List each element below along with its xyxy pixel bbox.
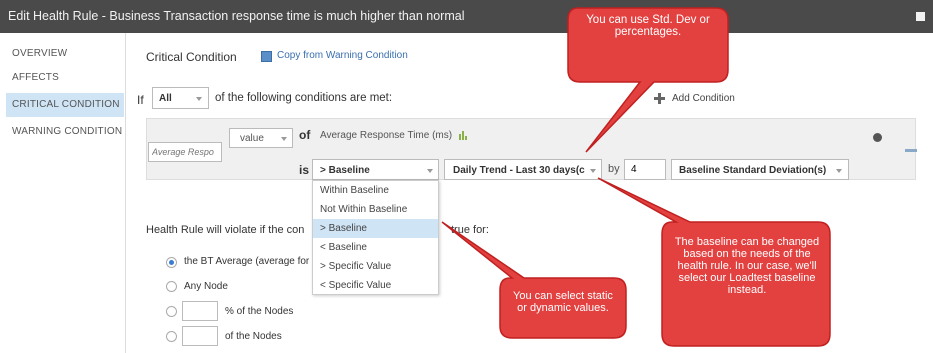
if-label: If — [137, 93, 144, 107]
is-label: is — [299, 163, 310, 177]
copy-icon[interactable] — [261, 51, 272, 62]
of-label: of — [299, 128, 311, 142]
metric-name[interactable]: Average Response Time (ms) — [320, 130, 452, 141]
conditions-suffix: of the following conditions are met: — [215, 92, 393, 104]
add-condition-button[interactable]: Add Condition — [672, 93, 735, 104]
window-title-bar: Edit Health Rule - Business Transaction … — [0, 0, 933, 33]
callout-static-text: You can select static or dynamic values. — [513, 290, 613, 314]
operator-dropdown-menu: Within Baseline Not Within Baseline > Ba… — [312, 180, 439, 295]
option-any-node-label: Any Node — [184, 281, 228, 292]
chevron-down-icon — [427, 169, 433, 173]
unit-select[interactable]: Baseline Standard Deviation(s) — [671, 159, 849, 180]
window-title: Edit Health Rule - Business Transaction … — [8, 9, 465, 23]
menu-item-greater-specific[interactable]: > Specific Value — [313, 257, 438, 276]
copy-from-warning-link[interactable]: Copy from Warning Condition — [277, 50, 408, 61]
chevron-down-icon — [590, 169, 596, 173]
add-icon[interactable] — [654, 93, 665, 104]
menu-item-less-baseline[interactable]: < Baseline — [313, 238, 438, 257]
callout-static-shape — [441, 221, 627, 339]
callout-baseline-text: The baseline can be changed based on the… — [674, 236, 820, 296]
violate-text-right: true for: — [451, 224, 489, 236]
baseline-select[interactable]: Daily Trend - Last 30 days(c — [444, 159, 602, 180]
option-count-nodes-label: of the Nodes — [225, 331, 282, 342]
by-value-input[interactable] — [624, 159, 666, 180]
condition-name-input[interactable] — [148, 142, 222, 162]
section-title: Critical Condition — [146, 50, 237, 64]
baseline-select-value: Daily Trend - Last 30 days(c — [453, 165, 585, 176]
sidebar-item-critical-condition[interactable]: CRITICAL CONDITION — [6, 93, 124, 117]
operator-select-value: > Baseline — [320, 165, 370, 176]
by-label: by — [608, 163, 620, 175]
chevron-down-icon — [281, 137, 287, 141]
count-nodes-input[interactable] — [182, 326, 218, 346]
radio-count-nodes[interactable] — [166, 331, 177, 342]
sidebar-item-warning-condition[interactable]: WARNING CONDITION — [6, 120, 124, 144]
sidebar-item-affects[interactable]: AFFECTS — [6, 66, 124, 90]
menu-item-not-within-baseline[interactable]: Not Within Baseline — [313, 200, 438, 219]
option-percent-nodes-label: % of the Nodes — [225, 306, 294, 317]
gear-icon[interactable] — [873, 133, 882, 142]
sidebar: OVERVIEW AFFECTS CRITICAL CONDITION WARN… — [0, 33, 126, 353]
match-select-value: All — [159, 93, 172, 104]
value-select-label: value — [240, 133, 264, 144]
chart-icon[interactable] — [458, 130, 468, 140]
close-icon[interactable] — [916, 12, 925, 21]
remove-condition-icon[interactable] — [905, 149, 917, 152]
value-select[interactable]: value — [229, 128, 293, 148]
chevron-down-icon — [196, 97, 202, 101]
sidebar-item-overview[interactable]: OVERVIEW — [6, 42, 124, 66]
callout-stddev-text: You can use Std. Dev or percentages. — [586, 14, 710, 38]
menu-item-within-baseline[interactable]: Within Baseline — [313, 181, 438, 200]
menu-item-greater-baseline[interactable]: > Baseline — [313, 219, 438, 238]
match-select[interactable]: All — [152, 87, 209, 109]
menu-item-less-specific[interactable]: < Specific Value — [313, 276, 438, 295]
unit-select-value: Baseline Standard Deviation(s) — [679, 165, 827, 176]
violate-text-left: Health Rule will violate if the con — [146, 224, 305, 236]
radio-percent-nodes[interactable] — [166, 306, 177, 317]
radio-any-node[interactable] — [166, 281, 177, 292]
percent-nodes-input[interactable] — [182, 301, 218, 321]
operator-select[interactable]: > Baseline — [312, 159, 439, 180]
option-bt-average-label: the BT Average (average for a — [184, 256, 318, 267]
chevron-down-icon — [836, 169, 842, 173]
radio-bt-average[interactable] — [166, 257, 177, 268]
